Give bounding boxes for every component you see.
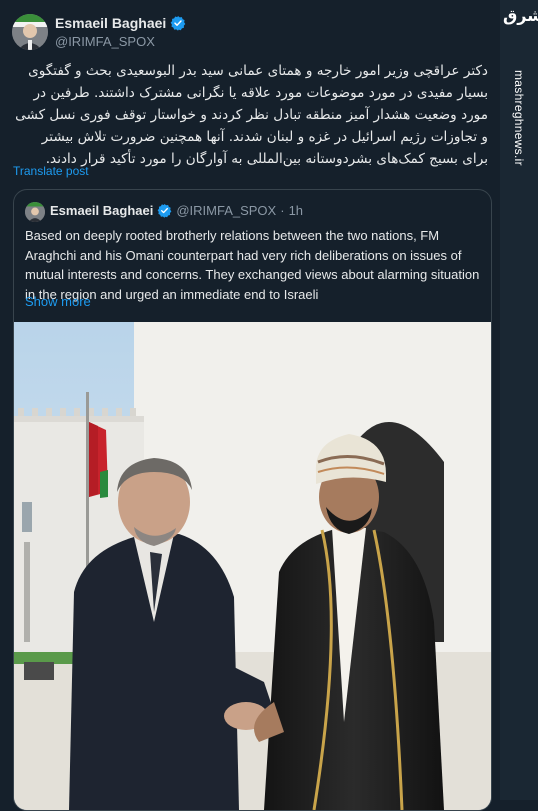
author-name[interactable]: Esmaeil Baghaei — [55, 15, 166, 31]
translate-post-link[interactable]: Translate post — [13, 164, 89, 178]
show-more-link[interactable]: Show more — [25, 294, 91, 309]
quoted-header: Esmaeil Baghaei @IRIMFA_SPOX · 1h — [50, 203, 303, 218]
tweet: Esmaeil Baghaei @IRIMFA_SPOX دکتر عراقچی… — [0, 0, 500, 811]
watermark-strip: مشرق mashreghnews.ir — [500, 0, 538, 800]
post-photo[interactable] — [14, 322, 491, 810]
author-row: Esmaeil Baghaei — [55, 15, 186, 31]
quoted-post[interactable]: Esmaeil Baghaei @IRIMFA_SPOX · 1h Based … — [13, 189, 492, 811]
quoted-text: Based on deeply rooted brotherly relatio… — [25, 228, 480, 302]
quoted-author-name[interactable]: Esmaeil Baghaei — [50, 203, 153, 218]
verified-badge-icon — [157, 203, 172, 218]
meta-separator: · — [280, 203, 285, 218]
watermark-logo: مشرق — [503, 6, 538, 25]
author-handle[interactable]: @IRIMFA_SPOX — [55, 34, 155, 49]
verified-badge-icon — [170, 16, 186, 31]
quoted-avatar[interactable] — [25, 202, 45, 222]
post-text: دکتر عراقچی وزیر امور خارجه و همتای عمان… — [15, 63, 488, 167]
quoted-handle[interactable]: @IRIMFA_SPOX — [176, 203, 276, 218]
watermark-url: mashreghnews.ir — [512, 70, 526, 166]
avatar[interactable] — [12, 14, 48, 50]
quoted-timestamp[interactable]: 1h — [289, 203, 303, 218]
